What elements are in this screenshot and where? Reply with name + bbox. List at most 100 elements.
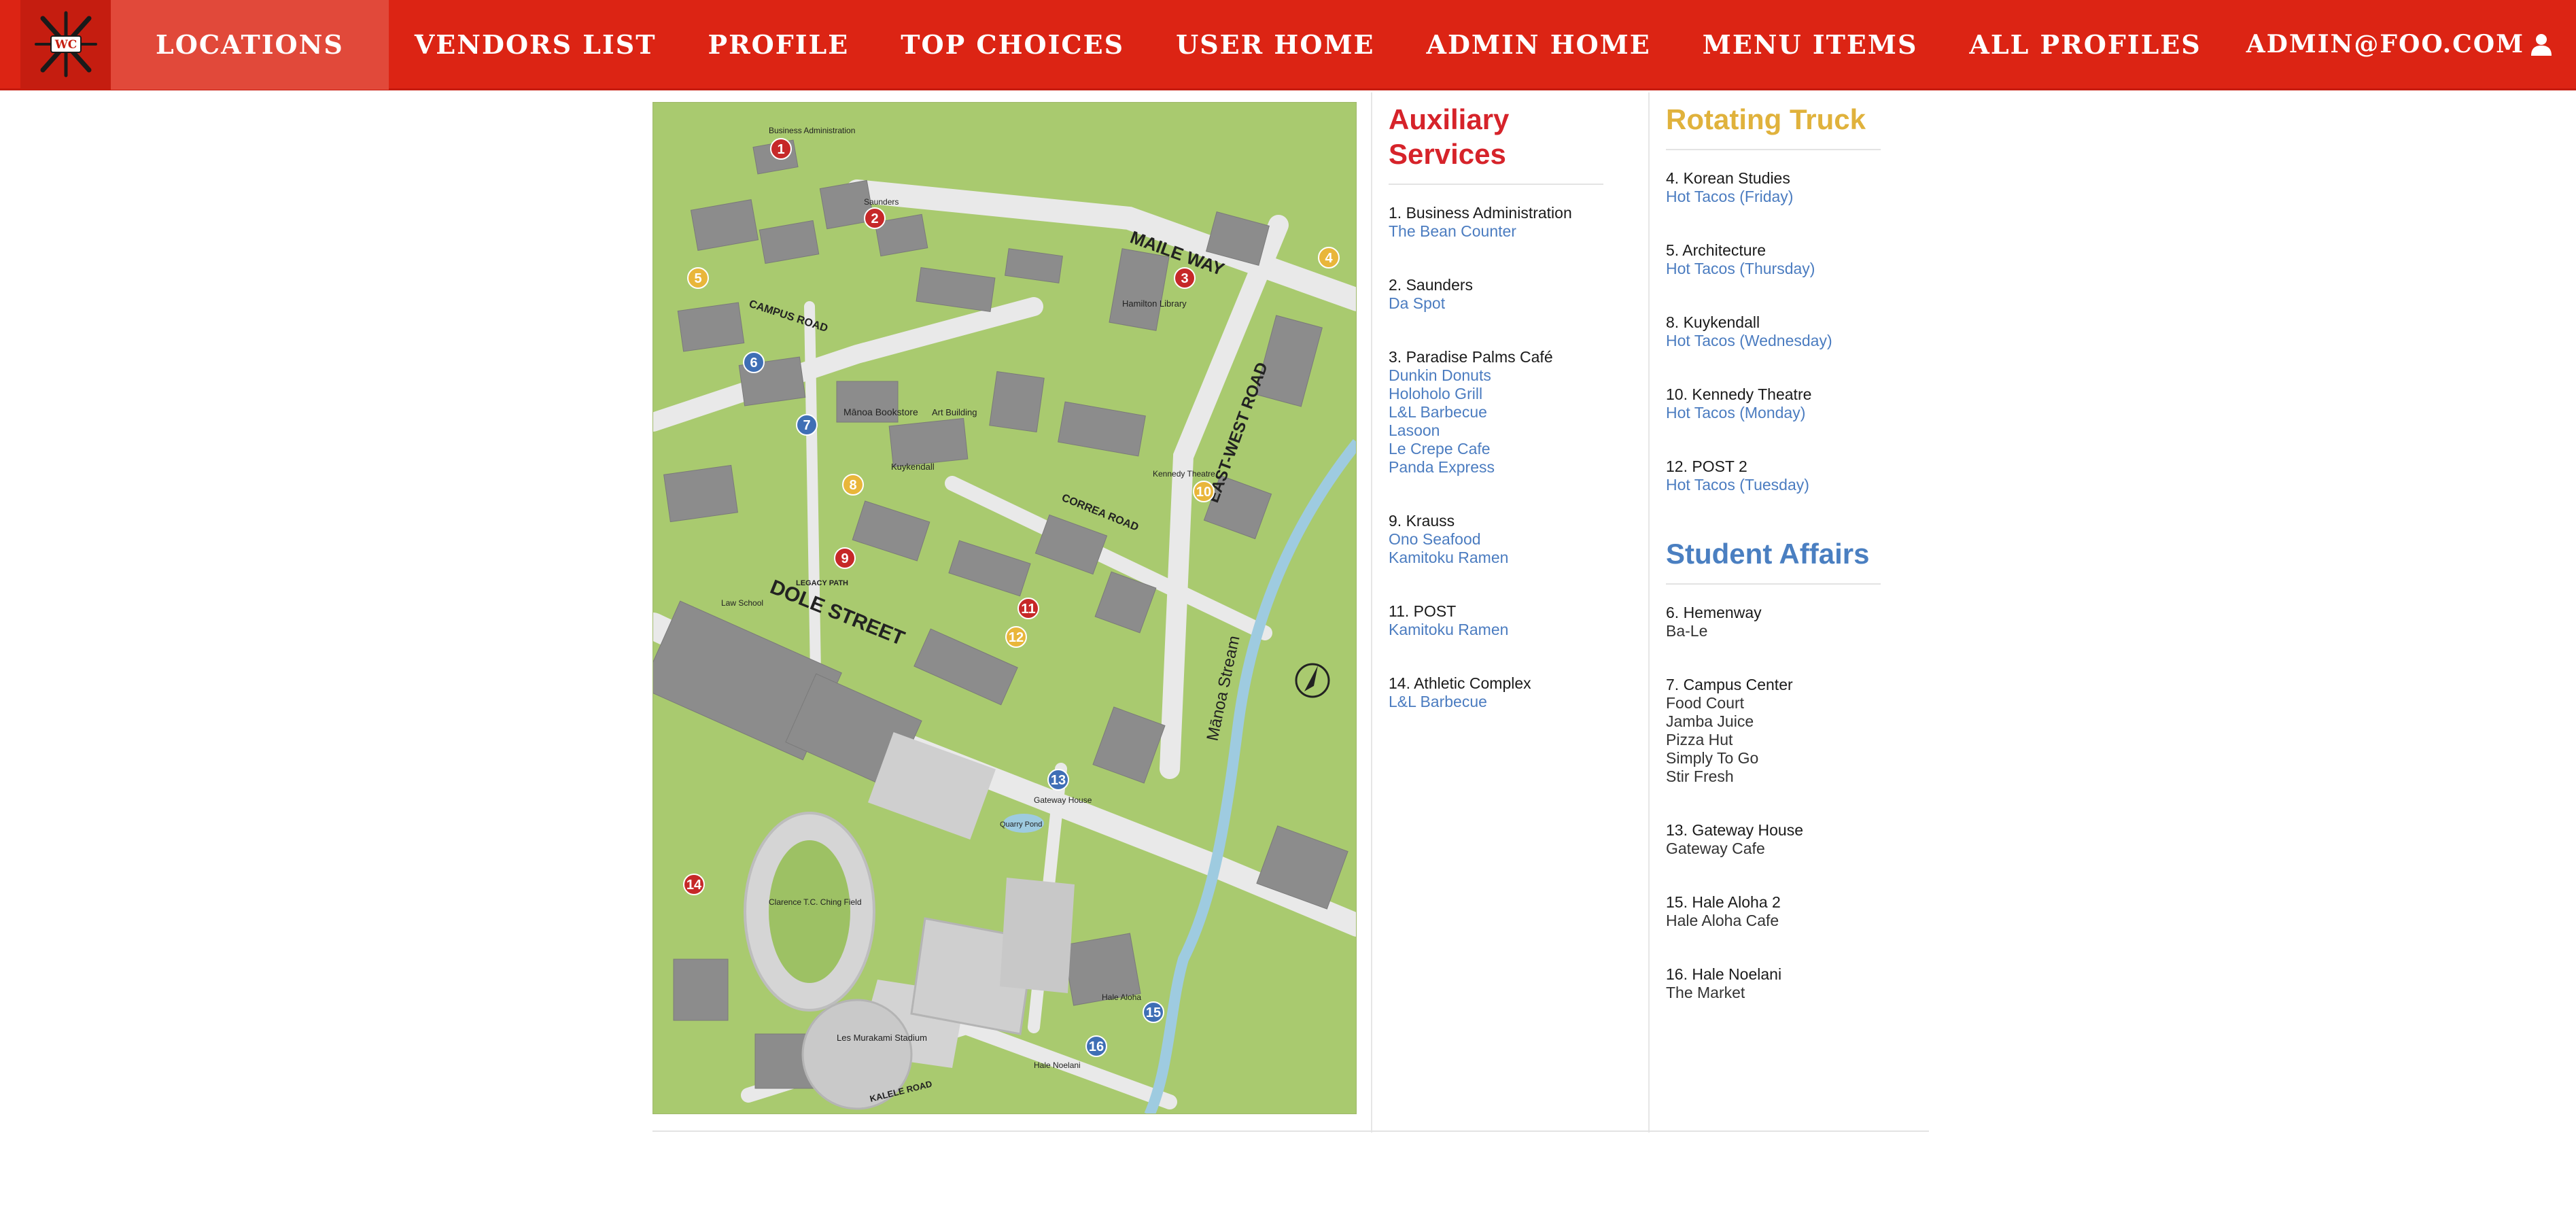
- location-entry: 5. Architecture Hot Tacos (Thursday): [1666, 241, 1881, 278]
- map-marker-11: 11: [1017, 598, 1039, 619]
- nav-profile[interactable]: PROFILE: [682, 0, 875, 90]
- vendor-name: Ba-Le: [1666, 622, 1708, 640]
- heading-rule: [1389, 184, 1603, 185]
- location-entry: 14. Athletic Complex L&L Barbecue: [1389, 674, 1603, 711]
- location-name: 13. Gateway House: [1666, 821, 1804, 839]
- nav-locations[interactable]: LOCATIONS: [111, 0, 389, 90]
- vendor-link[interactable]: Hot Tacos (Monday): [1666, 404, 1881, 422]
- location-entry: 3. Paradise Palms Café Dunkin Donuts Holoh…: [1389, 348, 1603, 477]
- location-entry: 12. POST 2 Hot Tacos (Tuesday): [1666, 458, 1881, 494]
- location-name: 12. POST 2: [1666, 458, 1747, 475]
- map-label-gateway-house: Gateway House: [1034, 795, 1092, 805]
- vendor-name: Simply To Go: [1666, 749, 1759, 767]
- map-label-manoa-bookstore: Mānoa Bookstore: [843, 407, 918, 417]
- rotating-truck-location-list: 4. Korean Studies Hot Tacos (Friday) 5. Ar…: [1666, 169, 1881, 494]
- vendor-link[interactable]: Hot Tacos (Thursday): [1666, 260, 1881, 278]
- map-marker-5: 5: [687, 267, 709, 289]
- location-entry: 7. Campus Center Food Court Jamba Juice Piz…: [1666, 676, 1881, 786]
- map-marker-4: 4: [1318, 247, 1340, 269]
- map-marker-number: 3: [1181, 271, 1188, 286]
- map-label-business-admin: Business Administration: [769, 126, 855, 135]
- location-name: 4. Korean Studies: [1666, 169, 1790, 187]
- user-icon: [2531, 34, 2552, 56]
- nav-admin-home[interactable]: ADMIN HOME: [1400, 0, 1676, 90]
- map-marker-number: 11: [1021, 602, 1035, 617]
- map-marker-16: 16: [1085, 1035, 1107, 1057]
- map-marker-15: 15: [1143, 1001, 1164, 1023]
- map-marker-8: 8: [842, 474, 864, 496]
- nav-user-home[interactable]: USER HOME: [1150, 0, 1400, 90]
- vendor-link[interactable]: L&L Barbecue: [1389, 693, 1603, 711]
- nav-all-profiles[interactable]: ALL PROFILES: [1943, 0, 2227, 90]
- map-marker-number: 9: [841, 551, 848, 566]
- map-marker-number: 6: [750, 356, 757, 370]
- map-marker-number: 2: [871, 211, 878, 226]
- home-logo-link[interactable]: WC: [20, 0, 111, 90]
- logo-text: WC: [54, 38, 77, 52]
- map-marker-number: 5: [694, 271, 701, 286]
- vendor-name: Jamba Juice: [1666, 712, 1754, 730]
- vendor-link[interactable]: Dunkin Donuts: [1389, 366, 1603, 385]
- nav-menu-items[interactable]: MENU ITEMS: [1677, 0, 1944, 90]
- map-label-art-building: Art Building: [932, 407, 977, 417]
- vendor-name: The Market: [1666, 984, 1745, 1001]
- location-entry: 13. Gateway House Gateway Cafe: [1666, 821, 1881, 858]
- location-name: 8. Kuykendall: [1666, 313, 1760, 331]
- vendor-link[interactable]: The Bean Counter: [1389, 222, 1603, 241]
- location-entry: 11. POST Kamitoku Ramen: [1389, 602, 1603, 639]
- heading-rule: [1666, 149, 1881, 150]
- location-name: 7. Campus Center: [1666, 676, 1793, 693]
- map-marker-12: 12: [1005, 626, 1027, 648]
- map-marker-number: 14: [686, 878, 702, 893]
- top-navbar: WC LOCATIONS VENDORS LIST PROFILE TOP CH…: [0, 0, 2576, 90]
- map-marker-number: 8: [849, 478, 856, 493]
- vendor-link[interactable]: Kamitoku Ramen: [1389, 549, 1603, 567]
- vendor-link[interactable]: Panda Express: [1389, 458, 1603, 477]
- location-name: 16. Hale Noelani: [1666, 965, 1782, 983]
- location-name: 14. Athletic Complex: [1389, 674, 1531, 692]
- vendor-link[interactable]: Le Crepe Cafe: [1389, 440, 1603, 458]
- location-name: 1. Business Administration: [1389, 204, 1572, 222]
- vendor-link[interactable]: Hot Tacos (Tuesday): [1666, 476, 1881, 494]
- map-label-clarence-ching: Clarence T.C. Ching Field: [769, 897, 862, 907]
- vendor-name: Gateway Cafe: [1666, 840, 1765, 857]
- map-marker-number: 13: [1051, 773, 1066, 788]
- auxiliary-services-heading: Auxiliary Services: [1389, 103, 1510, 170]
- current-user-email: ADMIN@FOO.COM: [2246, 30, 2524, 58]
- vendor-name: Pizza Hut: [1666, 731, 1733, 748]
- map-label-quarry-pond: Quarry Pond: [1000, 821, 1042, 829]
- map-marker-14: 14: [683, 874, 705, 895]
- vendor-link[interactable]: Ono Seafood: [1389, 530, 1603, 549]
- location-name: 3. Paradise Palms Café: [1389, 348, 1553, 366]
- user-dropdown[interactable]: ADMIN@FOO.COM: [2246, 30, 2553, 58]
- map-label-kuykendall: Kuykendall: [891, 462, 935, 472]
- campus-map: MAILE WAY EAST-WEST ROAD DOLE STREET CAM…: [652, 102, 1357, 1114]
- nav-top-choices[interactable]: TOP CHOICES: [875, 0, 1150, 90]
- map-label-saunders: Saunders: [864, 197, 899, 207]
- map-marker-13: 13: [1047, 769, 1069, 791]
- auxiliary-location-list: 1. Business Administration The Bean Count…: [1389, 204, 1603, 711]
- location-entry: 16. Hale Noelani The Market: [1666, 965, 1881, 1002]
- map-label-law-school: Law School: [721, 598, 763, 608]
- map-marker-7: 7: [796, 414, 818, 436]
- location-entry: 9. Krauss Ono Seafood Kamitoku Ramen: [1389, 512, 1603, 567]
- map-label-hale-noelani: Hale Noelani: [1034, 1060, 1081, 1070]
- location-entry: 10. Kennedy Theatre Hot Tacos (Monday): [1666, 385, 1881, 422]
- vendor-link[interactable]: Holoholo Grill: [1389, 385, 1603, 403]
- vendor-link[interactable]: Kamitoku Ramen: [1389, 621, 1603, 639]
- vendor-link[interactable]: Hot Tacos (Wednesday): [1666, 332, 1881, 350]
- location-entry: 4. Korean Studies Hot Tacos (Friday): [1666, 169, 1881, 206]
- location-name: 10. Kennedy Theatre: [1666, 385, 1812, 403]
- location-name: 6. Hemenway: [1666, 604, 1762, 621]
- map-label-hamilton-library: Hamilton Library: [1122, 298, 1187, 309]
- rotating-truck-heading: Rotating Truck: [1666, 103, 1866, 135]
- location-name: 15. Hale Aloha 2: [1666, 893, 1781, 911]
- map-marker-number: 15: [1146, 1005, 1161, 1020]
- vendor-link[interactable]: Hot Tacos (Friday): [1666, 188, 1881, 206]
- vendor-link[interactable]: Lasoon: [1389, 421, 1603, 440]
- map-label-hale-aloha: Hale Aloha: [1102, 993, 1141, 1002]
- vendor-link[interactable]: Da Spot: [1389, 294, 1603, 313]
- vendor-link[interactable]: L&L Barbecue: [1389, 403, 1603, 421]
- map-label-kennedy-theatre: Kennedy Theatre: [1153, 469, 1215, 479]
- nav-vendors-list[interactable]: VENDORS LIST: [389, 0, 682, 90]
